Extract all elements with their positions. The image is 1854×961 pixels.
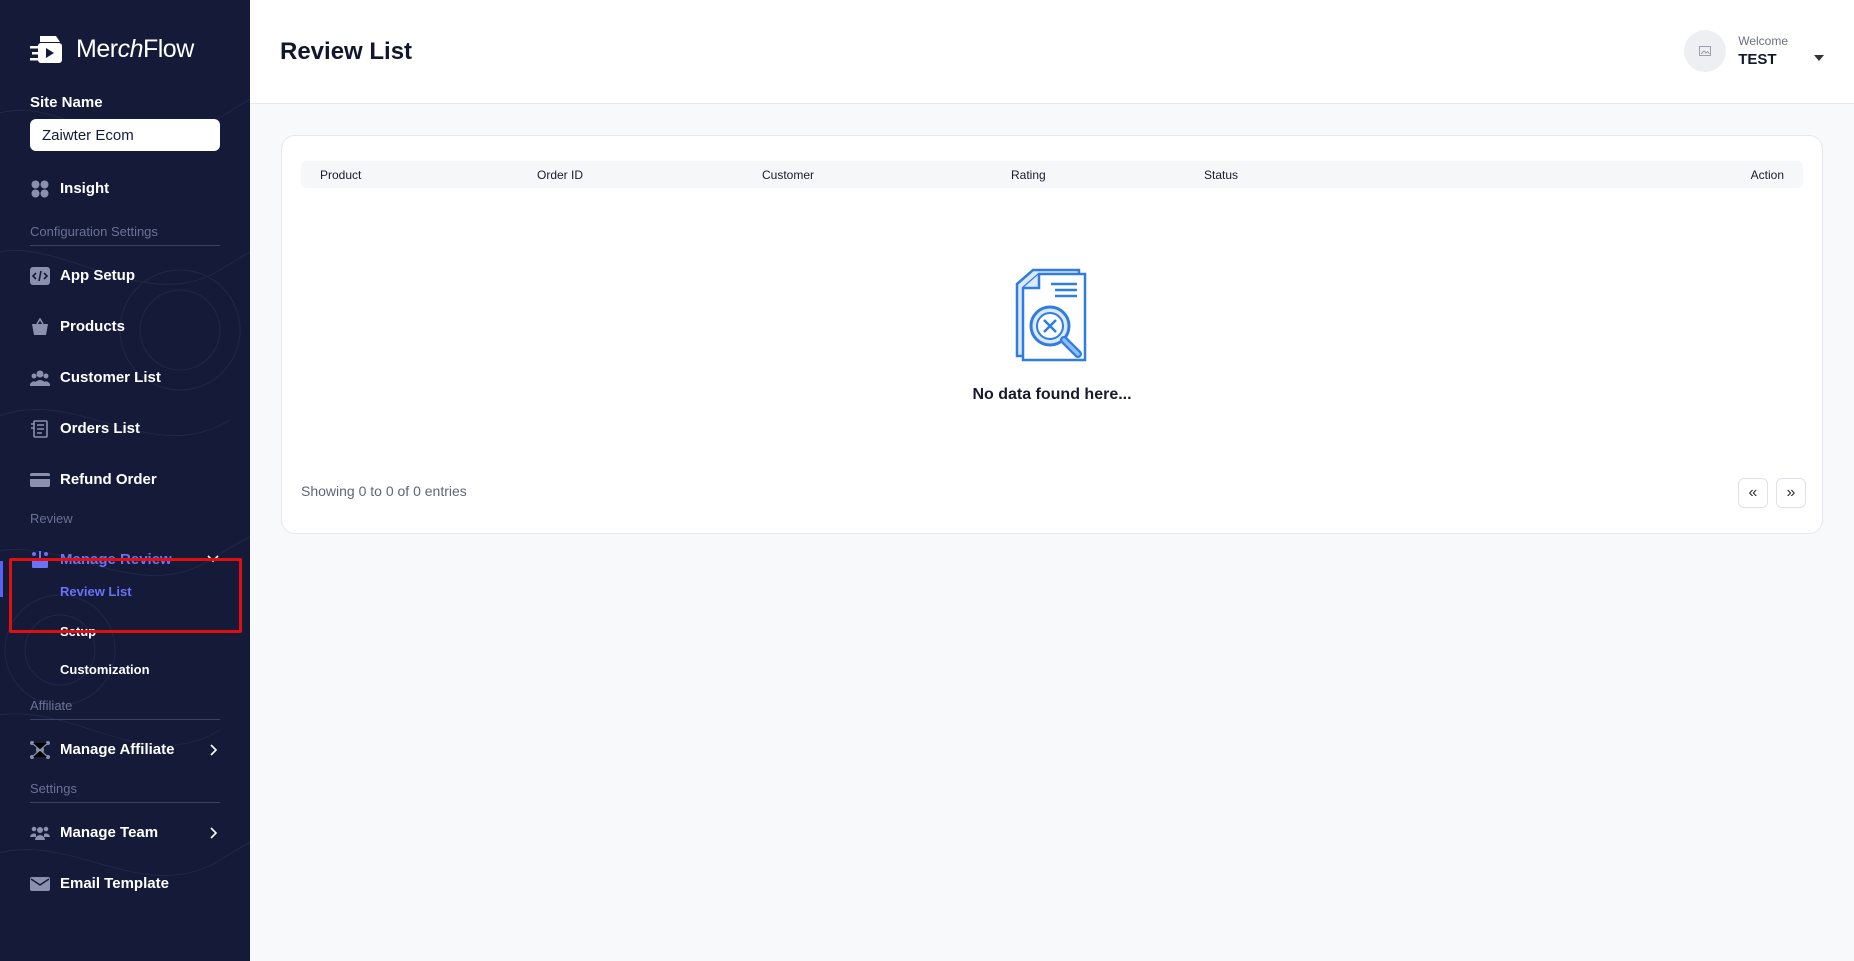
section-label-affiliate: Affiliate xyxy=(30,698,220,720)
brand-logo[interactable]: MerchFlow xyxy=(30,0,220,96)
section-label-configuration: Configuration Settings xyxy=(30,224,220,246)
column-header-order-id[interactable]: Order ID xyxy=(537,168,583,182)
sidebar-item-label: Orders List xyxy=(60,420,141,437)
pagination-summary: Showing 0 to 0 of 0 entries xyxy=(301,483,467,499)
merchflow-logo-icon xyxy=(30,36,62,63)
username: TEST xyxy=(1738,51,1777,68)
grid-icon xyxy=(30,179,50,199)
section-label-review: Review xyxy=(30,511,73,526)
sidebar-item-label: Insight xyxy=(60,180,110,197)
sidebar-item-customer-list[interactable]: Customer List xyxy=(30,352,220,403)
site-name-label: Site Name xyxy=(30,94,103,111)
column-header-rating[interactable]: Rating xyxy=(1011,168,1046,182)
top-header: Review List Welcome TEST xyxy=(250,0,1854,104)
review-table-card: Product Order ID Customer Rating Status … xyxy=(281,135,1823,534)
receipt-icon xyxy=(30,419,50,439)
page-title: Review List xyxy=(280,38,413,65)
table-header: Product Order ID Customer Rating Status … xyxy=(301,161,1803,188)
sidebar-item-label: Products xyxy=(60,318,126,335)
empty-state: No data found here... xyxy=(282,268,1822,404)
caret-down-icon[interactable] xyxy=(1814,55,1824,61)
section-label-settings: Settings xyxy=(30,781,220,803)
site-name-field[interactable]: Zaiwter Ecom xyxy=(30,119,220,151)
sidebar-subitem-customization[interactable]: Customization xyxy=(30,650,220,688)
users-icon xyxy=(30,368,50,388)
user-menu[interactable]: Welcome TEST xyxy=(1684,30,1824,72)
image-placeholder-icon xyxy=(1699,46,1712,56)
credit-card-icon xyxy=(30,470,50,490)
sidebar-item-label: Manage Team xyxy=(60,824,159,841)
column-header-product[interactable]: Product xyxy=(320,168,361,182)
next-page-button[interactable]: » xyxy=(1776,478,1806,508)
network-icon xyxy=(30,740,50,760)
sidebar-item-label: Refund Order xyxy=(60,471,157,488)
chevron-right-icon xyxy=(210,826,218,839)
sidebar-item-app-setup[interactable]: App Setup xyxy=(30,250,220,301)
sidebar-item-manage-team[interactable]: Manage Team xyxy=(30,807,220,858)
column-header-action: Action xyxy=(1750,168,1784,182)
basket-icon xyxy=(30,317,50,337)
sidebar-item-insight[interactable]: Insight xyxy=(30,163,220,214)
highlight-annotation xyxy=(9,558,242,633)
chevron-right-icon xyxy=(210,743,218,756)
prev-page-button[interactable]: « xyxy=(1738,478,1768,508)
empty-message: No data found here... xyxy=(972,386,1132,403)
sidebar-item-label: Email Template xyxy=(60,875,169,892)
sidebar-item-manage-affiliate[interactable]: Manage Affiliate xyxy=(30,724,220,775)
column-header-customer[interactable]: Customer xyxy=(762,168,814,182)
avatar xyxy=(1684,30,1727,72)
pagination: « » xyxy=(1738,478,1806,508)
welcome-label: Welcome xyxy=(1738,34,1788,48)
team-icon xyxy=(30,823,50,843)
sidebar: MerchFlow Site Name Zaiwter Ecom Insight… xyxy=(0,0,250,961)
sidebar-item-label: Customer List xyxy=(60,369,161,386)
sidebar-item-email-template[interactable]: Email Template xyxy=(30,858,220,909)
code-icon xyxy=(30,266,50,286)
column-header-status[interactable]: Status xyxy=(1204,168,1238,182)
envelope-icon xyxy=(30,874,50,894)
sidebar-item-label: Manage Affiliate xyxy=(60,741,175,758)
active-indicator xyxy=(0,561,3,597)
brand-name: MerchFlow xyxy=(76,34,194,63)
sidebar-item-orders-list[interactable]: Orders List xyxy=(30,403,220,454)
no-data-search-icon xyxy=(1015,268,1087,362)
sidebar-item-refund-order[interactable]: Refund Order xyxy=(30,454,220,505)
sidebar-item-label: App Setup xyxy=(60,267,135,284)
sidebar-item-products[interactable]: Products xyxy=(30,301,220,352)
